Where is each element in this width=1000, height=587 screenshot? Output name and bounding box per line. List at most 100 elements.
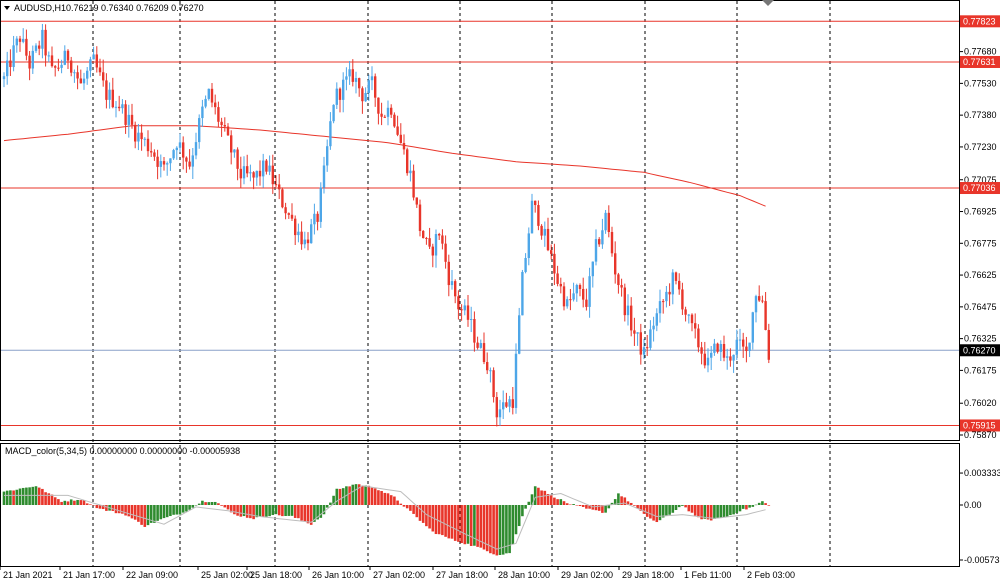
candle-body-80: [258, 170, 262, 177]
macd-bar-94: [303, 505, 307, 522]
macd-bar-181: [581, 505, 585, 507]
macd-bar-214: [687, 505, 691, 512]
candle-body-77: [249, 172, 252, 174]
macd-bar-57: [185, 505, 188, 512]
candle-body-104: [335, 88, 338, 105]
candle-body-109: [351, 69, 354, 82]
macd-bar-210: [674, 505, 678, 510]
price-tick-label-6: 0.76775: [964, 238, 997, 248]
candle-body-10: [34, 45, 38, 51]
candle-body-89: [287, 213, 290, 215]
candle-body-125: [402, 142, 406, 150]
candle-body-172: [553, 253, 556, 274]
candle-body-56: [182, 142, 185, 158]
candle-body-7: [25, 38, 28, 56]
candle-body-135: [434, 234, 438, 256]
candle-body-226: [726, 356, 729, 358]
candle-body-156: [502, 402, 505, 410]
macd-bar-182: [585, 505, 588, 509]
macd-bar-42: [137, 505, 140, 522]
macd-bar-236: [757, 502, 761, 505]
macd-bar-81: [261, 505, 265, 517]
macd-bar-105: [338, 488, 342, 505]
price-tick-label-10: 0.76175: [964, 365, 997, 375]
candle-body-119: [383, 116, 386, 118]
macd-bar-41: [133, 505, 137, 520]
macd-bar-175: [562, 501, 566, 505]
candle-body-136: [438, 234, 441, 236]
macd-bar-21: [69, 499, 73, 505]
macd-bar-222: [713, 505, 716, 519]
macd-bar-3: [12, 490, 15, 505]
macd-bar-227: [729, 505, 732, 516]
candle-body-198: [636, 332, 639, 334]
price-tick-label-7: 0.76625: [964, 270, 997, 280]
time-tick-label-10: 29 Jan 18:00: [622, 570, 674, 580]
macd-bar-19: [63, 500, 67, 505]
macd-bar-78: [252, 505, 255, 520]
candle-body-122: [393, 114, 396, 127]
candle-body-70: [226, 126, 230, 136]
macd-bar-174: [559, 499, 563, 505]
candle-body-27: [89, 59, 92, 71]
candle-body-235: [754, 296, 758, 313]
candle-body-48: [156, 156, 159, 167]
macd-bar-99: [319, 505, 323, 518]
price-panel-frame: [0, 0, 960, 441]
candle-body-138: [444, 243, 447, 262]
macd-bar-110: [354, 484, 358, 505]
candle-body-215: [690, 314, 694, 324]
candle-body-157: [505, 402, 508, 407]
candle-body-126: [406, 149, 409, 174]
price-tick-label-8: 0.76475: [964, 302, 997, 312]
candle-body-178: [572, 293, 575, 300]
candle-body-164: [527, 233, 530, 259]
candle-body-176: [566, 299, 569, 307]
macd-bar-65: [210, 501, 214, 505]
candle-body-224: [719, 344, 722, 352]
macd-bar-36: [117, 505, 121, 514]
candle-body-96: [310, 224, 313, 244]
macd-bar-2: [9, 490, 12, 505]
candle-body-160: [514, 353, 518, 408]
candle-body-149: [479, 343, 482, 348]
macd-bar-125: [402, 505, 406, 507]
macd-bar-24: [79, 500, 83, 505]
time-tick-label-5: 26 Jan 10:00: [312, 570, 364, 580]
macd-bar-109: [351, 484, 355, 505]
candle-body-52: [169, 158, 172, 164]
candle-body-116: [374, 76, 377, 98]
macd-bar-200: [642, 505, 646, 514]
candle-body-201: [646, 347, 649, 349]
macd-bar-124: [399, 503, 403, 505]
candle-body-87: [281, 189, 284, 208]
candle-body-98: [316, 213, 319, 222]
macd-bar-163: [524, 505, 527, 509]
candle-body-148: [476, 342, 479, 348]
candle-body-229: [735, 339, 738, 355]
trading-chart[interactable]: 0.776800.775300.773800.772300.770750.769…: [0, 0, 1000, 587]
chart-header[interactable]: AUDUSD,H1 0.76219 0.76340 0.76209 0.7627…: [4, 3, 204, 13]
candle-body-216: [694, 323, 697, 329]
candle-body-71: [230, 135, 233, 153]
macd-bar-22: [73, 500, 76, 505]
price-tick-label-2: 0.77380: [964, 110, 997, 120]
macd-bar-211: [677, 505, 681, 508]
macd-bar-213: [684, 505, 687, 508]
candle-body-67: [217, 107, 220, 122]
candle-body-62: [201, 106, 204, 119]
macd-bar-83: [268, 505, 271, 517]
macd-bar-164: [527, 501, 531, 505]
macd-bar-140: [450, 505, 454, 539]
candle-body-199: [639, 332, 642, 355]
candle-body-152: [489, 370, 492, 372]
candle-body-39: [127, 114, 130, 125]
candle-body-120: [386, 107, 390, 117]
candle-body-207: [665, 291, 668, 302]
candle-body-130: [418, 204, 422, 231]
macd-bar-23: [76, 499, 79, 505]
candle-body-0: [2, 76, 6, 80]
candle-body-60: [194, 142, 198, 156]
macd-bar-237: [761, 501, 764, 505]
macd-bar-226: [725, 505, 729, 517]
